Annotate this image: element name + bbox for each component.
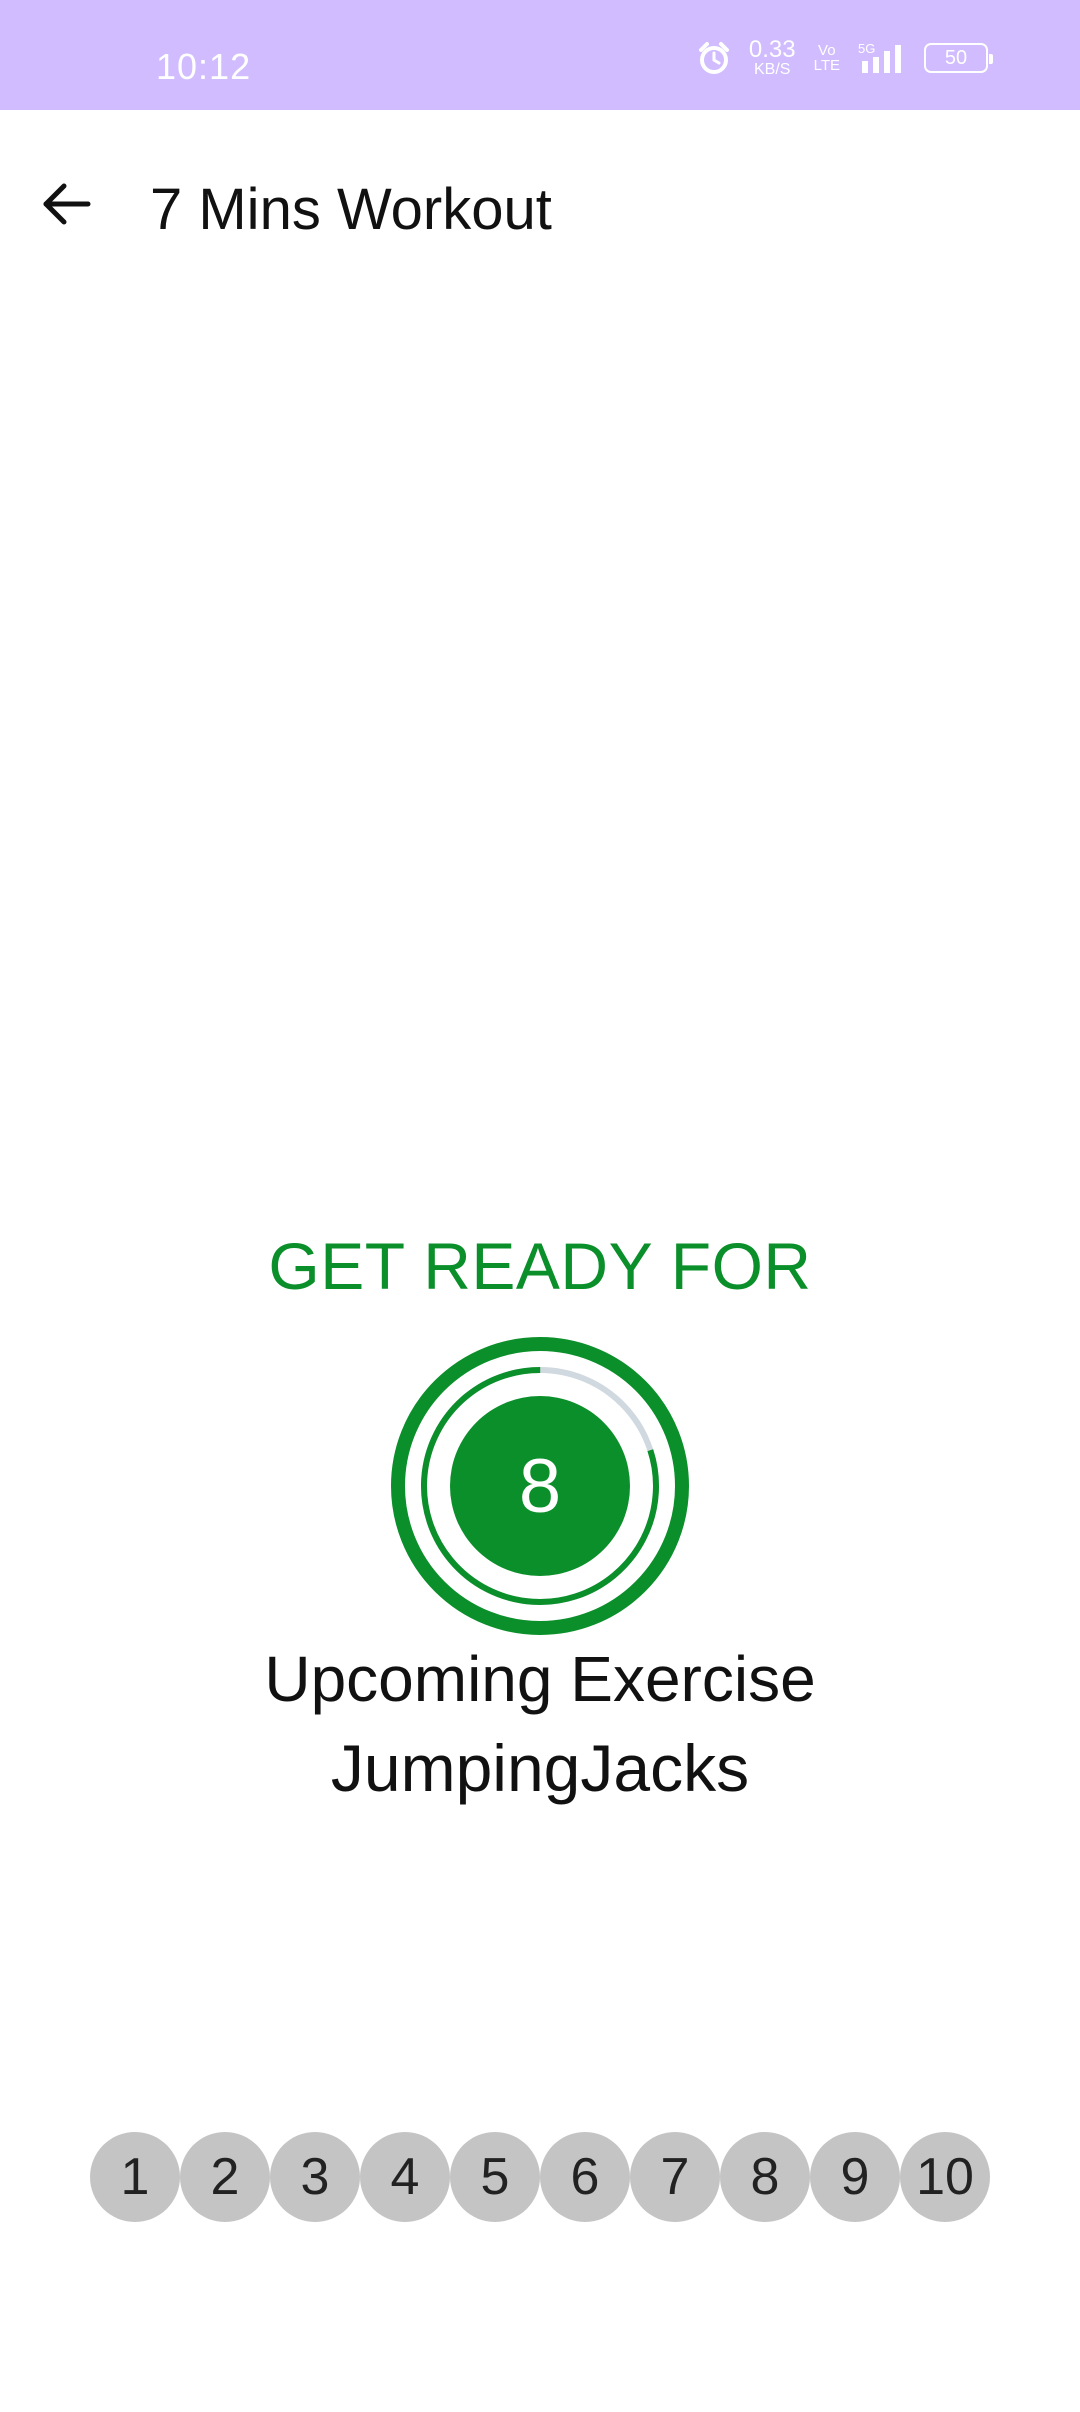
battery-level: 50	[944, 46, 968, 69]
step-indicator-8[interactable]: 8	[720, 2132, 810, 2222]
step-indicator-10[interactable]: 10	[900, 2132, 990, 2222]
step-indicator-7[interactable]: 7	[630, 2132, 720, 2222]
network-speed-value: 0.33	[748, 36, 796, 63]
network-type: 5G	[858, 41, 875, 56]
step-indicator-4[interactable]: 4	[360, 2132, 450, 2222]
network-speed: 0.33 KB/S	[749, 38, 796, 78]
back-button[interactable]	[30, 170, 102, 242]
exercise-step-indicators: 1 2 3 4 5 6 7 8 9 10	[90, 2132, 990, 2222]
status-time: 10:12	[156, 46, 252, 87]
volte-indicator: Vo LTE	[814, 43, 840, 73]
step-indicator-3[interactable]: 3	[270, 2132, 360, 2222]
status-icons: 0.33 KB/S Vo LTE 5G 50	[697, 38, 993, 78]
step-indicator-6[interactable]: 6	[540, 2132, 630, 2222]
step-indicator-2[interactable]: 2	[180, 2132, 270, 2222]
step-indicator-1[interactable]: 1	[90, 2132, 180, 2222]
timer-value: 8	[518, 1443, 562, 1529]
battery-icon: 50	[924, 43, 993, 73]
alarm-icon	[697, 41, 731, 75]
countdown-timer: 8	[390, 1336, 690, 1636]
volte-bottom: LTE	[813, 57, 840, 74]
page-title: 7 Mins Workout	[150, 177, 552, 242]
app-bar: 7 Mins Workout	[0, 110, 1080, 310]
signal-icon: 5G	[858, 41, 906, 75]
volte-top: Vo	[818, 42, 836, 59]
upcoming-exercise-name: JumpingJacks	[330, 1731, 750, 1805]
status-bar: 10:12 0.33 KB/S Vo LTE 5G 50	[0, 0, 1080, 110]
step-indicator-9[interactable]: 9	[810, 2132, 900, 2222]
network-speed-unit: KB/S	[754, 61, 791, 78]
step-indicator-5[interactable]: 5	[450, 2132, 540, 2222]
get-ready-label: GET READY FOR	[268, 1229, 812, 1303]
upcoming-exercise-label: Upcoming Exercise	[264, 1643, 816, 1715]
arrow-left-icon	[38, 176, 94, 237]
